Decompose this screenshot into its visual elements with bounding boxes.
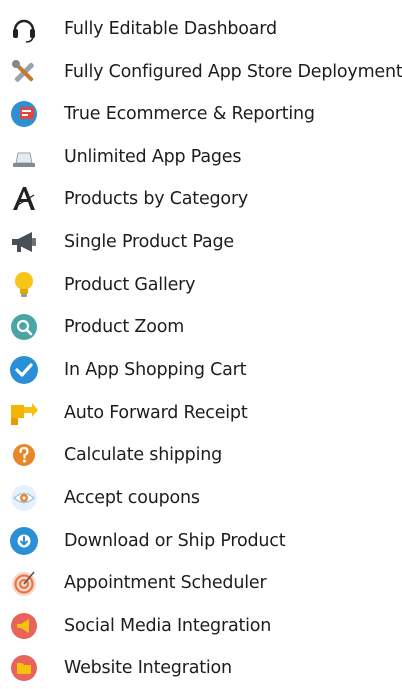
feature-label: Accept coupons <box>64 488 200 508</box>
feature-item-accept-coupons: Accept coupons <box>0 477 402 519</box>
feature-item-social-media: Social Media Integration <box>0 605 402 647</box>
lightbulb-icon <box>8 269 40 301</box>
eye-icon <box>8 482 40 514</box>
reporting-icon <box>8 98 40 130</box>
feature-label: Auto Forward Receipt <box>64 403 248 423</box>
monitor-icon <box>8 141 40 173</box>
feature-item-single-product: Single Product Page <box>0 221 402 263</box>
headset-icon <box>8 13 40 45</box>
feature-item-product-zoom: Product Zoom <box>0 306 402 348</box>
feature-label: True Ecommerce & Reporting <box>64 104 315 124</box>
feature-label: Fully Editable Dashboard <box>64 19 277 39</box>
download-icon <box>8 525 40 557</box>
feature-label: Website Integration <box>64 658 232 678</box>
feature-label: Appointment Scheduler <box>64 573 267 593</box>
feature-list: Fully Editable Dashboard Fully Configure… <box>0 0 402 681</box>
feature-item-website-integration: Website Integration <box>0 647 402 689</box>
feature-item-products-by-category: Products by Category <box>0 178 402 220</box>
typography-icon <box>8 183 40 215</box>
feature-item-app-store-deployment: Fully Configured App Store Deployment <box>0 51 402 93</box>
feature-item-shopping-cart: In App Shopping Cart <box>0 349 402 391</box>
feature-label: Download or Ship Product <box>64 531 286 551</box>
feature-label: Products by Category <box>64 189 249 209</box>
feature-label: Single Product Page <box>64 232 234 252</box>
feature-item-download-ship: Download or Ship Product <box>0 520 402 562</box>
question-icon <box>8 439 40 471</box>
tools-icon <box>8 56 40 88</box>
feature-item-ecommerce-reporting: True Ecommerce & Reporting <box>0 93 402 135</box>
zoom-icon <box>8 311 40 343</box>
megaphone-icon <box>8 226 40 258</box>
feature-item-appointment-scheduler: Appointment Scheduler <box>0 562 402 604</box>
feature-label: Fully Configured App Store Deployment <box>64 62 402 82</box>
feature-label: Unlimited App Pages <box>64 147 242 167</box>
feature-label: Social Media Integration <box>64 616 272 636</box>
forward-icon <box>8 397 40 429</box>
feature-label: Product Zoom <box>64 317 185 337</box>
feature-item-editable-dashboard: Fully Editable Dashboard <box>0 8 402 50</box>
target-icon <box>8 567 40 599</box>
feature-label: In App Shopping Cart <box>64 360 247 380</box>
feature-label: Product Gallery <box>64 275 196 295</box>
feature-item-product-gallery: Product Gallery <box>0 264 402 306</box>
feature-item-unlimited-pages: Unlimited App Pages <box>0 136 402 178</box>
feature-item-auto-forward: Auto Forward Receipt <box>0 392 402 434</box>
social-megaphone-icon <box>8 610 40 642</box>
feature-label: Calculate shipping <box>64 445 223 465</box>
folder-icon <box>8 652 40 684</box>
checkmark-icon <box>8 354 40 386</box>
feature-item-calculate-shipping: Calculate shipping <box>0 434 402 476</box>
